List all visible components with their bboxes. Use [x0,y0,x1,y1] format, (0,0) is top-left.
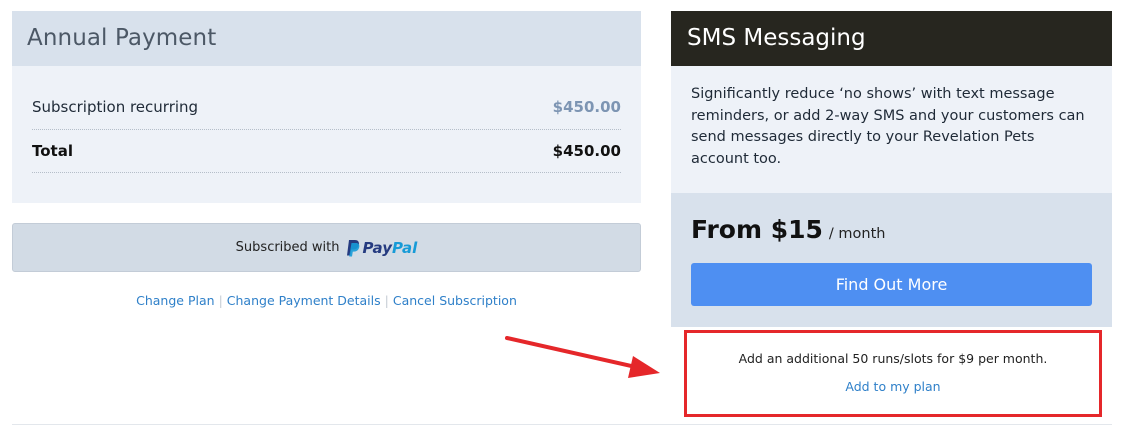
addon-description: Add an additional 50 runs/slots for $9 p… [738,351,1048,366]
sms-price: From $15 [691,215,823,244]
change-payment-details-link[interactable]: Change Payment Details [227,293,381,308]
add-to-my-plan-link[interactable]: Add to my plan [845,379,940,394]
addon-highlight-box: Add an additional 50 runs/slots for $9 p… [684,330,1102,417]
sms-description: Significantly reduce ‘no shows’ with tex… [691,86,1085,167]
subscription-row: Subscription recurring $450.00 [32,84,621,130]
sms-messaging-header: SMS Messaging [671,11,1112,66]
annual-payment-header: Annual Payment [12,11,641,66]
find-out-more-button[interactable]: Find Out More [691,263,1092,306]
sms-description-panel: Significantly reduce ‘no shows’ with tex… [671,66,1112,193]
cancel-subscription-link[interactable]: Cancel Subscription [393,293,517,308]
total-row: Total $450.00 [32,130,621,173]
sms-price-unit: / month [828,226,886,242]
subscription-amount: $450.00 [552,97,621,116]
subscribed-with-label: Subscribed with [235,240,340,255]
annual-payment-title: Annual Payment [27,25,217,51]
paypal-logo: PayPal [345,238,418,257]
sms-price-line: From $15 / month [691,215,1092,244]
subscription-label: Subscription recurring [32,97,199,116]
payment-summary: Subscription recurring $450.00 Total $45… [12,66,641,173]
paypal-subscription-status: Subscribed with PayPal [12,223,641,272]
arrow-right-icon [505,336,660,378]
sms-messaging-title: SMS Messaging [687,25,866,51]
paypal-wordmark-pal: Pal [392,238,418,257]
total-label: Total [32,142,73,160]
subscription-links: Change Plan | Change Payment Details | Cance… [12,293,641,308]
total-amount: $450.00 [552,142,621,160]
paypal-wordmark-pay: Pay [362,238,392,257]
link-separator: | [218,293,223,308]
bottom-divider [12,424,1112,425]
change-plan-link[interactable]: Change Plan [136,293,214,308]
annual-payment-card: Annual Payment Subscription recurring $4… [12,11,641,203]
link-separator: | [384,293,389,308]
paypal-logo-icon [346,239,359,256]
sms-pricing-panel: From $15 / month Find Out More [671,193,1112,327]
